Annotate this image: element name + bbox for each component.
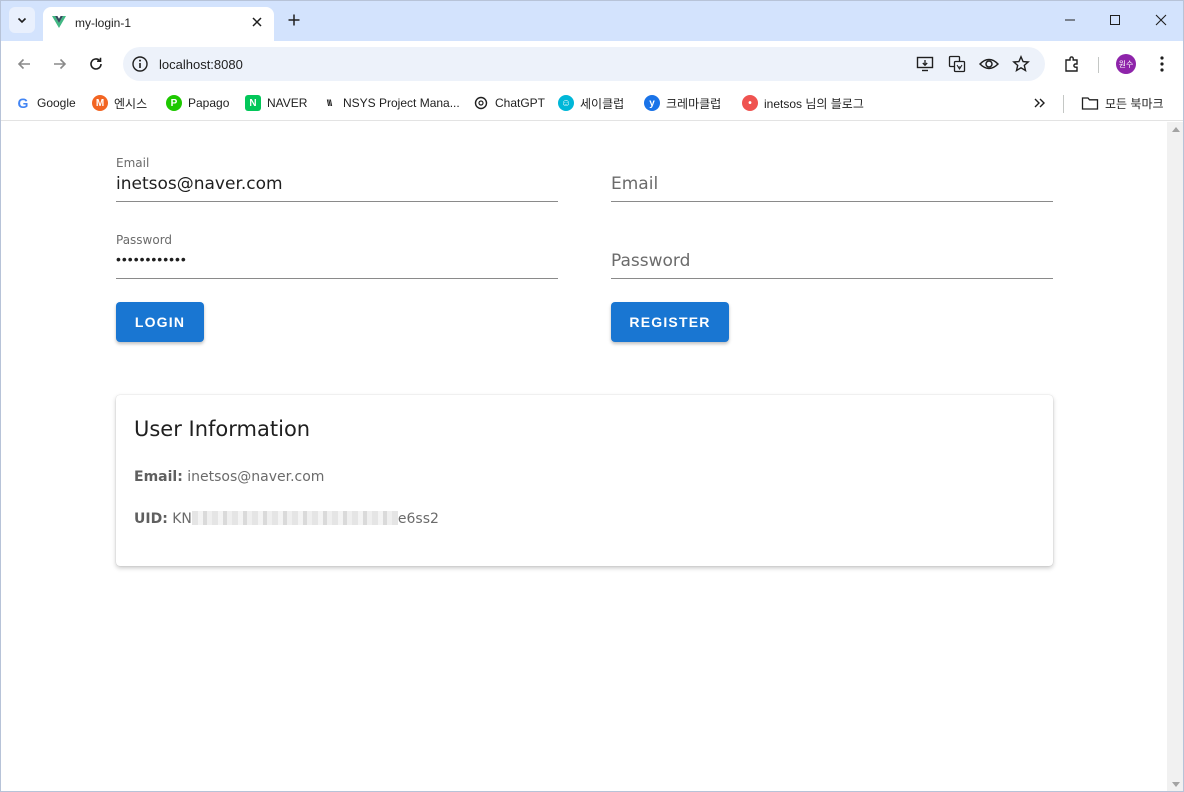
minimize-icon [1065,19,1075,21]
extensions-button[interactable] [1061,53,1083,75]
close-window-button[interactable] [1145,7,1177,33]
user-uid-prefix: KN [172,511,192,527]
bookmarks-bar: G Google M 엔시스 P Papago N NAVER \\\ NSYS… [1,87,1183,121]
page-scrollbar[interactable] [1167,122,1183,791]
bookmark-google[interactable]: G Google [15,93,76,113]
login-password-field[interactable]: Password •••••••••••• [116,221,558,279]
active-tab[interactable]: my-login-1 [43,7,274,41]
register-email-placeholder[interactable]: Email [611,174,658,194]
address-bar[interactable]: localhost:8080 [123,47,1045,81]
scroll-down-arrow-icon[interactable] [1172,782,1180,787]
toolbar-divider [1098,57,1099,73]
bookmark-sayclub[interactable]: ☺ 세이클럽 [558,93,624,113]
login-email-label: Email [116,156,150,170]
url-text[interactable]: localhost:8080 [159,57,243,72]
tab-close-button[interactable] [248,13,266,31]
browser-menu-button[interactable] [1151,53,1173,75]
install-app-icon [916,56,934,72]
page-viewport: Email inetsos@naver.com Password •••••••… [1,122,1167,791]
register-password-field[interactable]: Password [611,221,1053,279]
more-vertical-icon [1160,56,1164,72]
tab-strip: my-login-1 [1,1,1183,41]
maximize-button[interactable] [1099,7,1131,33]
bookmark-papago[interactable]: P Papago [166,93,229,113]
sayclub-icon: ☺ [558,95,574,111]
profile-label: 원수 [1118,59,1134,69]
blog-icon: • [742,95,758,111]
login-password-label: Password [116,233,173,247]
tab-search-button[interactable] [9,7,35,33]
bookmark-cremaclub[interactable]: y 크레마클럽 [644,93,721,113]
bookmarks-divider [1063,95,1064,113]
bookmark-chatgpt[interactable]: ChatGPT [473,93,545,113]
maximize-icon [1110,15,1120,25]
all-bookmarks-button[interactable]: 모든 북마크 [1081,93,1164,113]
minimize-button[interactable] [1054,7,1086,33]
puzzle-icon [1065,56,1078,72]
chatgpt-icon [474,96,488,110]
login-email-field[interactable]: Email inetsos@naver.com [116,144,558,202]
close-icon [252,17,262,27]
bookmark-nsys[interactable]: \\\ NSYS Project Mana... [321,93,460,113]
reload-button[interactable] [83,51,109,77]
translate-button[interactable] [947,54,967,74]
eye-icon [979,58,999,70]
bookmark-blog[interactable]: • inetsos 님의 블로그 [742,93,864,113]
register-button[interactable]: REGISTER [611,302,729,342]
login-email-value[interactable]: inetsos@naver.com [116,174,556,194]
arrow-right-icon [54,58,67,70]
yes24-icon: y [644,95,660,111]
register-password-placeholder[interactable]: Password [611,251,690,271]
scroll-up-arrow-icon[interactable] [1172,127,1180,132]
install-app-button[interactable] [915,54,935,74]
user-info-card: User Information Email: inetsos@naver.co… [116,395,1053,566]
profile-avatar[interactable]: 원수 [1116,54,1136,74]
plus-icon [288,14,300,26]
uid-redacted-area [191,511,398,525]
login-password-value[interactable]: •••••••••••• [116,251,187,267]
user-uid-row: UID: KN e6ss2 [134,511,439,527]
nsys-icon: \\\ [326,98,333,108]
browser-toolbar: localhost:8080 원수 [1,41,1183,87]
reading-mode-button[interactable] [979,54,999,74]
user-email-label: Email: [134,469,183,485]
tab-title: my-login-1 [75,16,132,30]
user-info-title: User Information [134,417,311,441]
user-email-value: inetsos@naver.com [187,469,325,485]
forward-button[interactable] [47,51,73,77]
user-uid-suffix: e6ss2 [397,511,439,527]
more-bookmarks-button[interactable] [1033,93,1047,113]
close-icon [1155,14,1167,26]
back-button[interactable] [11,51,37,77]
browser-window: my-login-1 localhost:8080 원수 G Google M … [0,0,1184,792]
arrow-left-icon [17,58,30,70]
bookmark-ensys[interactable]: M 엔시스 [92,93,147,113]
register-email-field[interactable]: Email [611,144,1053,202]
star-icon [1012,55,1030,72]
site-info-icon[interactable] [131,55,149,73]
folder-icon [1081,97,1099,110]
vue-logo-icon [52,16,66,28]
reload-icon [90,57,102,70]
user-uid-label: UID: [134,511,168,527]
papago-icon: P [166,95,182,111]
naver-icon: N [245,95,261,111]
bookmark-naver[interactable]: N NAVER [245,93,307,113]
m-logo-icon: M [92,95,108,111]
new-tab-button[interactable] [283,9,305,31]
chevron-down-icon [17,17,27,24]
google-icon: G [17,95,29,111]
user-email-row: Email: inetsos@naver.com [134,469,324,485]
translate-icon [948,55,966,73]
double-chevron-right-icon [1034,98,1045,108]
login-button[interactable]: LOGIN [116,302,204,342]
bookmark-star-button[interactable] [1011,54,1031,74]
